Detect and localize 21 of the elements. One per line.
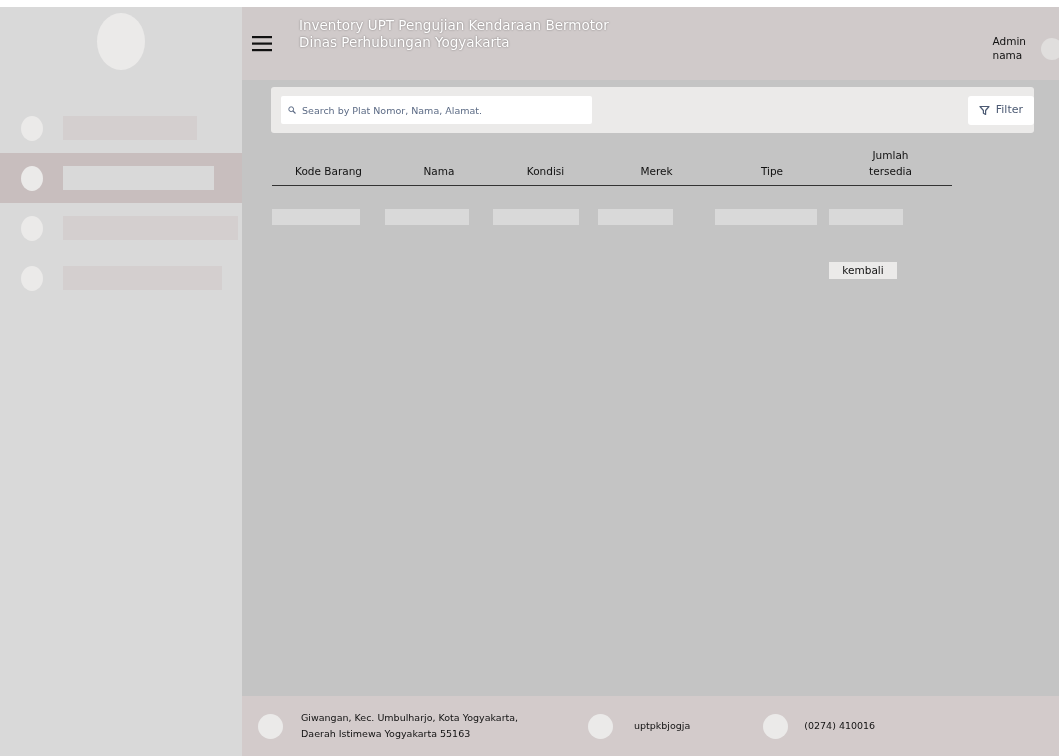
funnel-icon [978, 104, 990, 116]
column-header: Kode Barang [295, 164, 362, 179]
menu-icon[interactable] [252, 35, 272, 52]
search-field[interactable]: Search by Plat Nomor, Nama, Alamat. [281, 96, 592, 124]
column-header: Kondisi [526, 164, 565, 179]
back-button[interactable]: kembali [829, 262, 897, 279]
column-header: Jumlah tersedia [868, 148, 913, 179]
user-label: Admin [992, 34, 1026, 48]
location-placeholder-icon [258, 713, 283, 739]
social-placeholder-icon [588, 713, 613, 739]
sidebar-item[interactable] [0, 153, 242, 203]
phone-number: (0274) 410016 [804, 719, 876, 733]
phone-placeholder-icon [763, 713, 789, 739]
column-header: Tipe [760, 164, 784, 179]
column-header: Nama [423, 164, 455, 179]
column-header: Merek [640, 164, 673, 179]
social-handle: uptpkbjogja [634, 719, 691, 733]
address-text: Daerah Istimewa Yogyakarta 55163 [301, 727, 472, 741]
filter-button[interactable]: Filter [967, 95, 1034, 125]
address-text: Giwangan, Kec. Umbulharjo, Kota Yogyakarta, [301, 711, 520, 725]
user-label: nama [992, 48, 1024, 62]
